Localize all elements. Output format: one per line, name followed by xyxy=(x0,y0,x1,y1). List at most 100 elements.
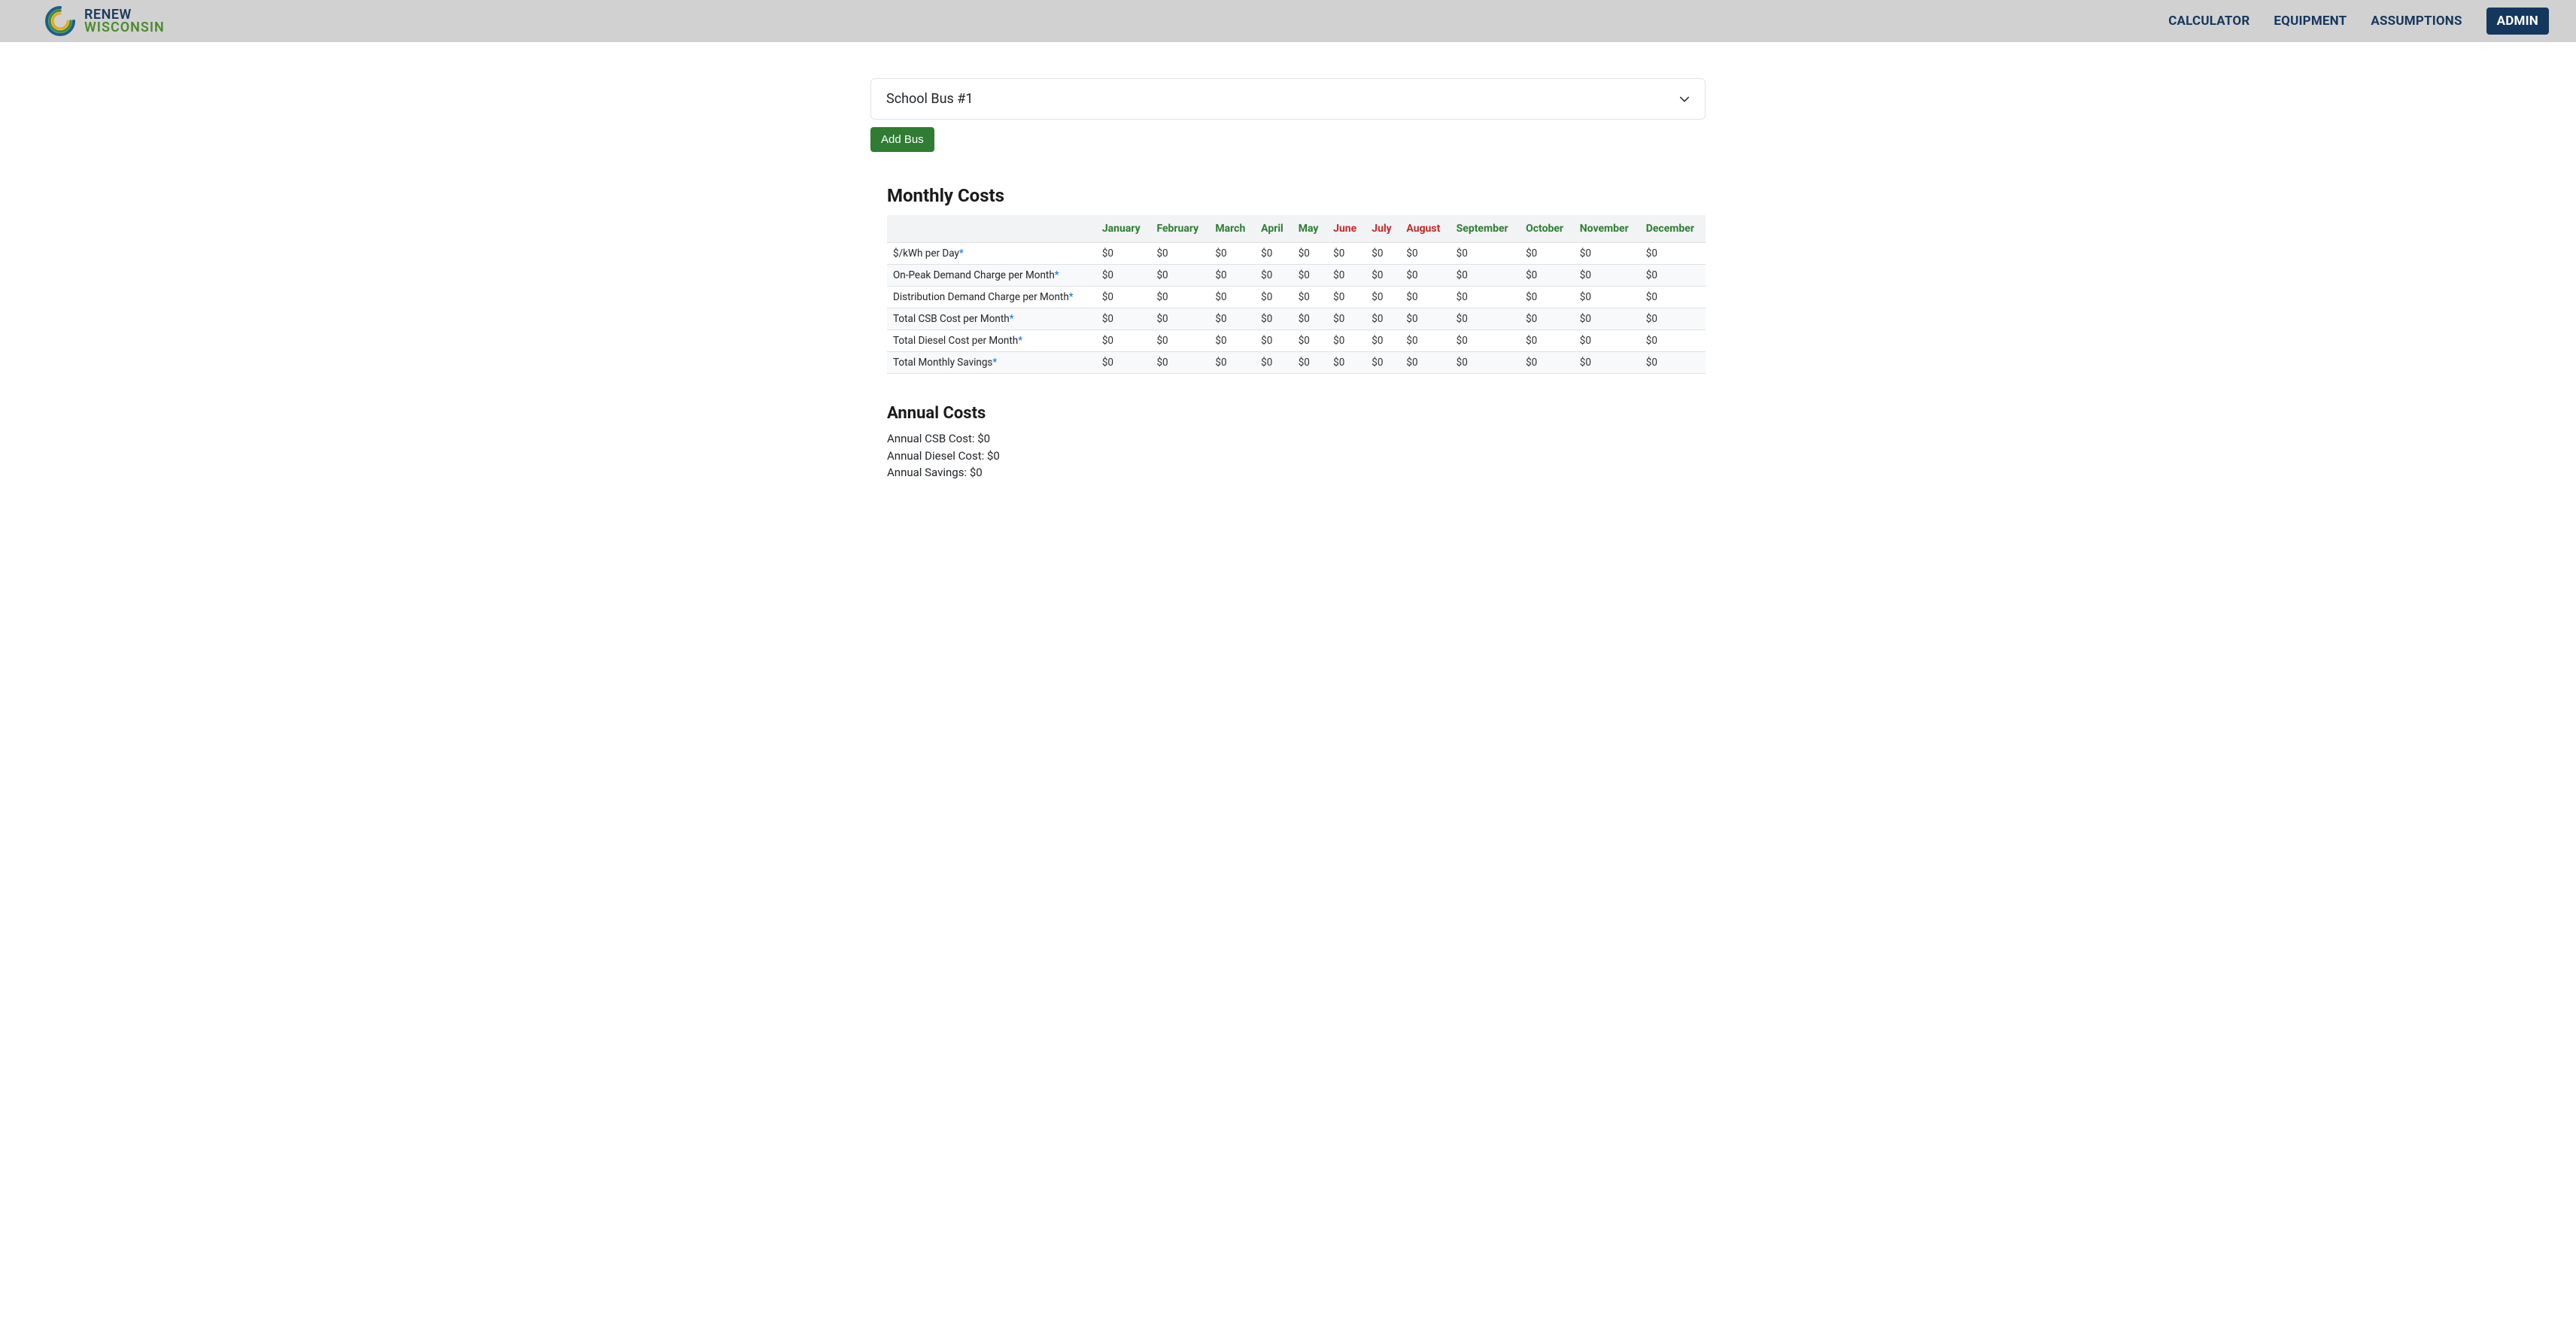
cost-cell: $0 xyxy=(1209,330,1255,352)
table-row: On-Peak Demand Charge per Month*$0$0$0$0… xyxy=(887,265,1706,287)
cost-cell: $0 xyxy=(1293,352,1327,374)
table-row: $/kWh per Day*$0$0$0$0$0$0$0$0$0$0$0$0 xyxy=(887,243,1706,265)
cost-cell: $0 xyxy=(1520,330,1574,352)
cost-cell: $0 xyxy=(1150,330,1209,352)
annual-savings-line: Annual Savings: $0 xyxy=(887,464,1706,481)
cost-cell: $0 xyxy=(1293,287,1327,308)
nav-assumptions[interactable]: ASSUMPTIONS xyxy=(2371,14,2462,29)
cost-cell: $0 xyxy=(1209,308,1255,330)
annual-diesel-label: Annual Diesel Cost: xyxy=(887,449,987,463)
cost-cell: $0 xyxy=(1451,308,1520,330)
annual-csb-label: Annual CSB Cost: xyxy=(887,432,977,445)
cost-cell: $0 xyxy=(1327,330,1365,352)
cost-cell: $0 xyxy=(1327,352,1365,374)
annual-savings-value: $0 xyxy=(970,466,983,479)
cost-cell: $0 xyxy=(1327,243,1365,265)
monthly-costs-table: JanuaryFebruaryMarchAprilMayJuneJulyAugu… xyxy=(887,215,1706,374)
main-content: School Bus #1 Add Bus Monthly Costs Janu… xyxy=(855,42,1721,512)
annual-csb-value: $0 xyxy=(977,432,990,445)
cost-cell: $0 xyxy=(1574,330,1640,352)
cost-cell: $0 xyxy=(1400,352,1450,374)
table-row: Total Monthly Savings*$0$0$0$0$0$0$0$0$0… xyxy=(887,352,1706,374)
month-header: March xyxy=(1209,215,1255,243)
cost-cell: $0 xyxy=(1096,265,1151,287)
row-label: On-Peak Demand Charge per Month* xyxy=(887,265,1096,287)
cost-cell: $0 xyxy=(1520,352,1574,374)
cost-cell: $0 xyxy=(1255,287,1293,308)
cost-cell: $0 xyxy=(1255,352,1293,374)
row-label: Total CSB Cost per Month* xyxy=(887,308,1096,330)
bus-accordion[interactable]: School Bus #1 xyxy=(870,78,1706,120)
cost-cell: $0 xyxy=(1255,243,1293,265)
annual-savings-label: Annual Savings: xyxy=(887,466,970,479)
cost-cell: $0 xyxy=(1096,352,1151,374)
cost-cell: $0 xyxy=(1096,287,1151,308)
cost-cell: $0 xyxy=(1400,308,1450,330)
monthly-costs-title: Monthly Costs xyxy=(887,185,1706,206)
nav-calculator[interactable]: CALCULATOR xyxy=(2168,14,2249,29)
cost-cell: $0 xyxy=(1400,330,1450,352)
cost-cell: $0 xyxy=(1574,265,1640,287)
annual-diesel-line: Annual Diesel Cost: $0 xyxy=(887,448,1706,465)
info-asterisk[interactable]: * xyxy=(1010,313,1014,325)
cost-cell: $0 xyxy=(1096,308,1151,330)
month-header: May xyxy=(1293,215,1327,243)
cost-cell: $0 xyxy=(1209,265,1255,287)
row-label: Total Diesel Cost per Month* xyxy=(887,330,1096,352)
header: RENEW WISCONSIN CALCULATOR EQUIPMENT ASS… xyxy=(0,0,2576,42)
month-header: January xyxy=(1096,215,1151,243)
cost-cell: $0 xyxy=(1520,265,1574,287)
table-row: Total Diesel Cost per Month*$0$0$0$0$0$0… xyxy=(887,330,1706,352)
logo-text-bottom: WISCONSIN xyxy=(84,21,165,34)
nav-admin[interactable]: ADMIN xyxy=(2486,8,2549,35)
cost-cell: $0 xyxy=(1365,330,1400,352)
table-row: Total CSB Cost per Month*$0$0$0$0$0$0$0$… xyxy=(887,308,1706,330)
info-asterisk[interactable]: * xyxy=(1069,291,1074,303)
info-asterisk[interactable]: * xyxy=(959,247,964,260)
cost-cell: $0 xyxy=(1293,265,1327,287)
month-header: February xyxy=(1150,215,1209,243)
month-header: October xyxy=(1520,215,1574,243)
info-asterisk[interactable]: * xyxy=(1018,335,1022,347)
cost-cell: $0 xyxy=(1400,287,1450,308)
table-corner-cell xyxy=(887,215,1096,243)
cost-cell: $0 xyxy=(1574,243,1640,265)
month-header: August xyxy=(1400,215,1450,243)
logo-icon xyxy=(42,3,78,39)
cost-cell: $0 xyxy=(1365,352,1400,374)
add-bus-button[interactable]: Add Bus xyxy=(870,127,934,152)
nav-equipment[interactable]: EQUIPMENT xyxy=(2274,14,2347,29)
cost-cell: $0 xyxy=(1209,287,1255,308)
annual-diesel-value: $0 xyxy=(987,449,1000,463)
info-asterisk[interactable]: * xyxy=(992,357,997,369)
monthly-costs-table-wrapper: JanuaryFebruaryMarchAprilMayJuneJulyAugu… xyxy=(887,215,1706,374)
cost-cell: $0 xyxy=(1520,243,1574,265)
cost-cell: $0 xyxy=(1365,243,1400,265)
cost-cell: $0 xyxy=(1255,308,1293,330)
logo[interactable]: RENEW WISCONSIN xyxy=(42,3,165,39)
cost-cell: $0 xyxy=(1451,265,1520,287)
cost-cell: $0 xyxy=(1365,308,1400,330)
cost-cell: $0 xyxy=(1400,243,1450,265)
cost-cell: $0 xyxy=(1520,308,1574,330)
cost-cell: $0 xyxy=(1293,243,1327,265)
info-asterisk[interactable]: * xyxy=(1055,269,1059,281)
cost-cell: $0 xyxy=(1150,308,1209,330)
cost-cell: $0 xyxy=(1365,287,1400,308)
cost-cell: $0 xyxy=(1209,352,1255,374)
cost-cell: $0 xyxy=(1574,352,1640,374)
cost-cell: $0 xyxy=(1640,330,1706,352)
cost-cell: $0 xyxy=(1209,243,1255,265)
cost-cell: $0 xyxy=(1640,265,1706,287)
cost-cell: $0 xyxy=(1640,308,1706,330)
month-header: September xyxy=(1451,215,1520,243)
cost-cell: $0 xyxy=(1520,287,1574,308)
cost-cell: $0 xyxy=(1150,287,1209,308)
logo-text: RENEW WISCONSIN xyxy=(84,8,165,34)
table-row: Distribution Demand Charge per Month*$0$… xyxy=(887,287,1706,308)
month-header: December xyxy=(1640,215,1706,243)
annual-csb-line: Annual CSB Cost: $0 xyxy=(887,430,1706,448)
cost-cell: $0 xyxy=(1150,352,1209,374)
cost-cell: $0 xyxy=(1640,287,1706,308)
cost-cell: $0 xyxy=(1255,265,1293,287)
